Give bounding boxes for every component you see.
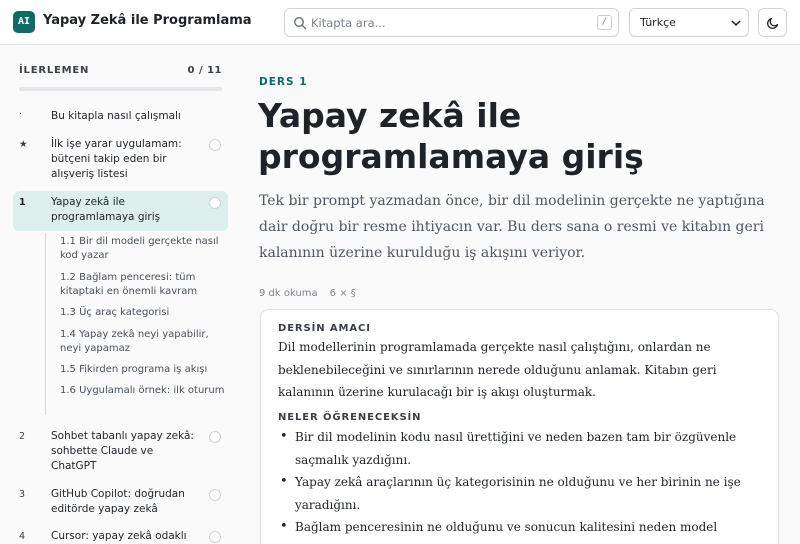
sidebar-item-label: Cursor: yapay zekâ odaklı <box>51 530 187 542</box>
list-item: Bağlam penceresinin ne olduğunu ve sonuc… <box>278 516 770 544</box>
sidebar-item-label: Yapay zekâ ile programlamaya giriş <box>51 196 161 223</box>
section-link-1-5[interactable]: 1.5 Fikirden programa iş akışı <box>60 363 225 377</box>
section-link-1-1[interactable]: 1.1 Bir dil modeli gerçekte nasıl kod ya… <box>60 235 225 263</box>
lesson-summary-card: DERSİN AMACI Dil modellerinin programlam… <box>260 309 779 544</box>
goal-text: Dil modellerinin programlamada gerçekte … <box>278 340 717 399</box>
sidebar-item-lesson-3[interactable]: 3 GitHub Copilot: doğrudan editörde yapa… <box>13 485 228 519</box>
completion-circle-icon[interactable] <box>209 489 221 501</box>
sidebar-item-first-app[interactable]: ★ İlk işe yarar uygulamam: bütçeni takip… <box>13 135 228 183</box>
list-item: Bir dil modelinin kodu nasıl ürettiğini … <box>278 426 770 471</box>
language-selected-value: Türkçe <box>640 16 676 29</box>
completion-circle-icon[interactable] <box>209 197 221 209</box>
sidebar-item-lesson-2[interactable]: 2 Sohbet tabanlı yapay zekâ: sohbette Cl… <box>13 427 228 475</box>
section-count: 6 × § <box>329 288 356 299</box>
sidebar-item-label: Sohbet tabanlı yapay zekâ: sohbette Clau… <box>51 430 194 472</box>
completion-circle-icon[interactable] <box>209 431 221 443</box>
app-title[interactable]: Yapay Zekâ ile Programlama <box>43 13 252 28</box>
app-logo[interactable]: AI <box>13 11 35 33</box>
search-box[interactable]: / <box>284 8 619 37</box>
learn-list: Bir dil modelinin kodu nasıl ürettiğini … <box>278 426 770 544</box>
section-link-1-6[interactable]: 1.6 Uygulamalı örnek: ilk oturum <box>60 384 225 398</box>
sidebar-item-number: 4 <box>19 531 26 542</box>
sidebar-item-marker: · <box>19 109 23 120</box>
search-shortcut-key: / <box>597 15 612 30</box>
goal-heading: DERSİN AMACI <box>278 323 371 334</box>
list-item: Yapay zekâ araçlarının üç kategorisinin … <box>278 471 770 516</box>
theme-toggle-button[interactable] <box>758 8 787 37</box>
progress-bar <box>19 87 222 91</box>
lesson-sections-list: 1.1 Bir dil modeli gerçekte nasıl kod ya… <box>45 233 228 415</box>
sidebar-item-lesson-1[interactable]: 1 Yapay zekâ ile programlamaya giriş <box>13 191 228 231</box>
section-link-1-3[interactable]: 1.3 Üç araç kategorisi <box>60 306 225 320</box>
sidebar-item-label: GitHub Copilot: doğrudan editörde yapay … <box>51 488 185 515</box>
lesson-content: DERS 1 Yapay zekâ ile programlamaya giri… <box>240 45 800 544</box>
lesson-eyebrow: DERS 1 <box>259 76 308 88</box>
completion-circle-icon[interactable] <box>209 531 221 543</box>
progress-label: İLERLEMEN <box>19 65 90 76</box>
moon-icon <box>767 17 779 29</box>
language-select[interactable]: Türkçe <box>629 8 749 37</box>
read-time: 9 dk okuma <box>259 288 318 299</box>
chevron-down-icon <box>731 20 741 27</box>
sidebar-item-label: Bu kitapla nasıl çalışmalı <box>51 110 181 122</box>
sidebar-item-star-icon: ★ <box>19 139 28 150</box>
sidebar-item-how-to-use[interactable]: · Bu kitapla nasıl çalışmalı <box>13 105 228 127</box>
progress-count: 0 / 11 <box>187 65 222 76</box>
sidebar-item-number: 1 <box>19 197 26 208</box>
sidebar: İLERLEMEN 0 / 11 · Bu kitapla nasıl çalı… <box>0 45 240 544</box>
top-bar: AI Yapay Zekâ ile Programlama / Türkçe <box>0 0 800 45</box>
section-link-1-4[interactable]: 1.4 Yapay zekâ neyi yapabilir, neyi yapa… <box>60 328 225 356</box>
sidebar-item-number: 3 <box>19 489 26 500</box>
lesson-meta: 9 dk okuma 6 × § <box>259 288 356 299</box>
completion-circle-icon[interactable] <box>209 139 221 151</box>
sidebar-item-label: İlk işe yarar uygulamam: bütçeni takip e… <box>51 138 182 180</box>
search-input[interactable] <box>311 13 591 32</box>
search-icon <box>293 16 307 30</box>
sidebar-item-number: 2 <box>19 431 26 442</box>
learn-heading: NELER ÖĞRENECEKSİN <box>278 412 422 423</box>
section-link-1-2[interactable]: 1.2 Bağlam penceresi: tüm kitaptaki en ö… <box>60 271 225 299</box>
page-title: Yapay zekâ ile programlamaya giriş <box>258 96 644 176</box>
sidebar-item-lesson-4[interactable]: 4 Cursor: yapay zekâ odaklı <box>13 527 228 544</box>
lesson-lead: Tek bir prompt yazmadan önce, bir dil mo… <box>259 193 765 261</box>
